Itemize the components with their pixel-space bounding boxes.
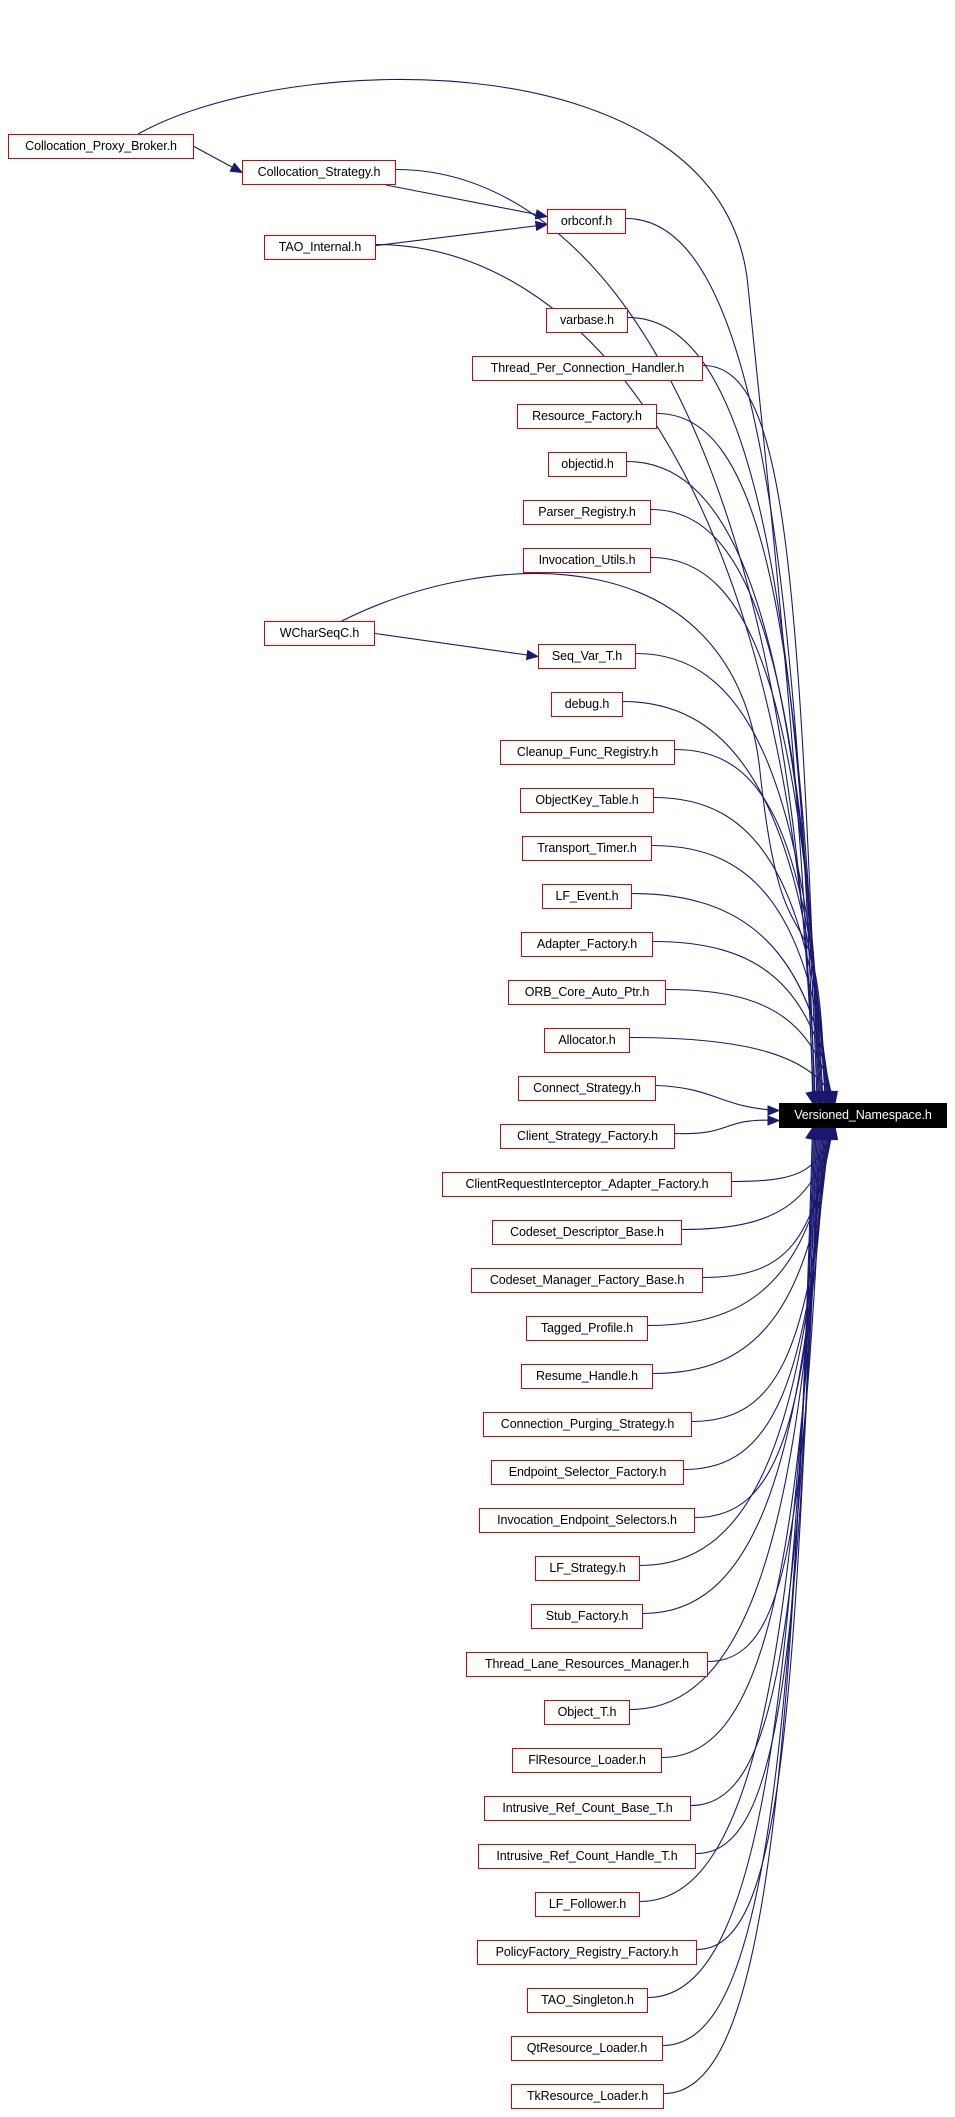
edge-wcharseqc-to-seq-var-t-arrowhead	[525, 649, 540, 661]
node-connect-strategy[interactable]: Connect_Strategy.h	[518, 1076, 656, 1101]
target-node-versioned-namespace: Versioned_Namespace.h	[779, 1103, 947, 1128]
node-seq-var-t[interactable]: Seq_Var_T.h	[538, 644, 636, 669]
node-tkresource-loader[interactable]: TkResource_Loader.h	[511, 2084, 664, 2109]
node-allocator[interactable]: Allocator.h	[544, 1028, 630, 1053]
node-objectid[interactable]: objectid.h	[548, 452, 627, 477]
edge-thread-per-connection-handler-to-versioned-namespace	[702, 364, 819, 1104]
node-orb-core-auto-ptr[interactable]: ORB_Core_Auto_Ptr.h	[508, 980, 666, 1005]
edge-qtresource-loader-to-versioned-namespace	[662, 1127, 815, 2047]
node-collocation-strategy[interactable]: Collocation_Strategy.h	[242, 160, 396, 185]
node-resource-factory[interactable]: Resource_Factory.h	[517, 404, 657, 429]
edge-tao-internal-to-orbconf	[375, 223, 548, 247]
node-invocation-utils[interactable]: Invocation_Utils.h	[523, 548, 651, 573]
edge-connect-strategy-to-versioned-namespace	[655, 1084, 780, 1112]
edge-resume-handle-to-versioned-namespace	[652, 1127, 832, 1375]
node-flresource-loader[interactable]: FlResource_Loader.h	[512, 1748, 662, 1773]
node-resume-handle[interactable]: Resume_Handle.h	[521, 1364, 653, 1389]
node-client-strategy-factory[interactable]: Client_Strategy_Factory.h	[500, 1124, 675, 1149]
node-object-t[interactable]: Object_T.h	[544, 1700, 630, 1725]
edge-collocation-proxy-broker-to-collocation-strategy-arrowhead	[229, 162, 244, 174]
node-codeset-descriptor-base[interactable]: Codeset_Descriptor_Base.h	[492, 1220, 682, 1245]
dependency-graph: Collocation_Proxy_Broker.h Collocation_St…	[0, 0, 955, 2117]
node-transport-timer[interactable]: Transport_Timer.h	[522, 836, 652, 861]
node-clientrequestinterceptor-adapter-factory[interactable]: ClientRequestInterceptor_Adapter_Factory…	[442, 1172, 732, 1197]
node-parser-registry[interactable]: Parser_Registry.h	[523, 500, 651, 525]
edge-adapter-factory-to-versioned-namespace	[652, 940, 834, 1104]
node-lf-follower[interactable]: LF_Follower.h	[535, 1892, 640, 1917]
edge-client-strategy-factory-to-versioned-namespace	[674, 1119, 780, 1135]
node-orbconf[interactable]: orbconf.h	[547, 209, 626, 234]
node-lf-strategy[interactable]: LF_Strategy.h	[535, 1556, 640, 1581]
edge-invocation-utils-to-versioned-namespace	[650, 556, 824, 1104]
node-adapter-factory[interactable]: Adapter_Factory.h	[521, 932, 653, 957]
node-endpoint-selector-factory[interactable]: Endpoint_Selector_Factory.h	[491, 1460, 684, 1485]
edge-client-strategy-factory-to-versioned-namespace-arrowhead	[767, 1115, 781, 1126]
node-lf-event[interactable]: LF_Event.h	[542, 884, 632, 909]
node-stub-factory[interactable]: Stub_Factory.h	[531, 1604, 643, 1629]
edge-wcharseqc-to-seq-var-t	[374, 632, 539, 658]
node-debug[interactable]: debug.h	[551, 692, 623, 717]
node-wcharseqc[interactable]: WCharSeqC.h	[264, 621, 375, 646]
node-tao-singleton[interactable]: TAO_Singleton.h	[527, 1988, 648, 2013]
edge-connect-strategy-to-versioned-namespace-arrowhead	[767, 1105, 781, 1116]
node-codeset-manager-factory-base[interactable]: Codeset_Manager_Factory_Base.h	[471, 1268, 703, 1293]
edge-allocator-to-versioned-namespace	[629, 1036, 836, 1104]
edge-collocation-strategy-to-orbconf	[385, 184, 548, 218]
node-thread-per-connection-handler[interactable]: Thread_Per_Connection_Handler.h	[472, 356, 703, 381]
node-intrusive-ref-count-handle-t[interactable]: Intrusive_Ref_Count_Handle_T.h	[478, 1844, 696, 1869]
node-cleanup-func-registry[interactable]: Cleanup_Func_Registry.h	[500, 740, 675, 765]
node-intrusive-ref-count-base-t[interactable]: Intrusive_Ref_Count_Base_T.h	[484, 1796, 691, 1821]
edge-layer	[137, 78, 839, 2095]
node-varbase[interactable]: varbase.h	[546, 308, 628, 333]
node-tagged-profile[interactable]: Tagged_Profile.h	[526, 1316, 648, 1341]
node-qtresource-loader[interactable]: QtResource_Loader.h	[511, 2036, 663, 2061]
node-objectkey-table[interactable]: ObjectKey_Table.h	[520, 788, 654, 813]
edge-transport-timer-to-versioned-namespace	[651, 844, 831, 1104]
node-connection-purging-strategy[interactable]: Connection_Purging_Strategy.h	[483, 1412, 692, 1437]
node-collocation-proxy-broker[interactable]: Collocation_Proxy_Broker.h	[8, 134, 194, 159]
edge-seq-var-t-to-versioned-namespace	[635, 652, 827, 1104]
node-thread-lane-resources-manager[interactable]: Thread_Lane_Resources_Manager.h	[466, 1652, 708, 1677]
node-tao-internal[interactable]: TAO_Internal.h	[264, 235, 376, 260]
node-policyfactory-registry-factory[interactable]: PolicyFactory_Registry_Factory.h	[477, 1940, 697, 1965]
node-invocation-endpoint-selectors[interactable]: Invocation_Endpoint_Selectors.h	[479, 1508, 695, 1533]
